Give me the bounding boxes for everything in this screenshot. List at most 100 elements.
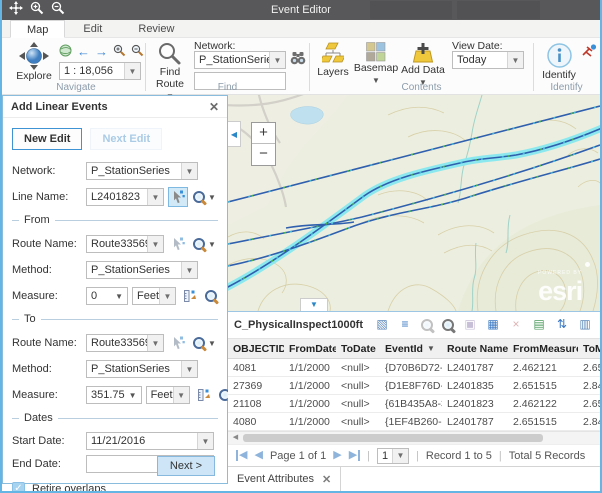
from-measure-unit-combobox[interactable]: Feet▼: [132, 287, 176, 305]
line-name-label: Line Name:: [12, 191, 82, 203]
save-edits-icon[interactable]: ▣: [462, 317, 478, 333]
zoom-to-to-route-button[interactable]: ▼: [192, 336, 216, 350]
first-page-button[interactable]: ◀: [236, 450, 247, 461]
event-editor-window: Event Editor Map Edit Review Explore ← →…: [0, 0, 602, 493]
table-row[interactable]: 40811/1/2000<null>{D70B6D72-3L24017872.4…: [228, 359, 600, 377]
table-toolbar: C_PhysicalInspect1000ft ▧ ≡ ▣ ▦ × ▤ ⇅ ▥ …: [228, 312, 600, 339]
binoculars-icon[interactable]: [290, 51, 306, 69]
column-header[interactable]: FromMeasure: [508, 343, 578, 355]
map-zoom-out-button[interactable]: −: [252, 144, 275, 165]
select-from-route-on-map-button[interactable]: [168, 234, 188, 254]
table-row[interactable]: 211081/1/2000<null>{61B435A8-3L24018232.…: [228, 395, 600, 413]
ribbon-network-combobox[interactable]: P_StationSeries▼: [194, 51, 286, 69]
from-method-combobox[interactable]: P_StationSeries▼: [86, 261, 198, 279]
zoom-to-from-measure-button[interactable]: [204, 289, 218, 303]
selection-options-icon[interactable]: ▧: [374, 317, 390, 333]
panel-close-icon[interactable]: ✕: [209, 100, 219, 114]
table-row[interactable]: 40801/1/2000<null>{1EF4B260-FL24017872.6…: [228, 413, 600, 431]
to-measure-unit-combobox[interactable]: Feet▼: [146, 386, 190, 404]
column-header[interactable]: EventId▼: [380, 343, 442, 355]
show-selected-records-icon[interactable]: ≡: [397, 317, 413, 333]
line-name-combobox[interactable]: L2401823▼: [86, 188, 164, 206]
to-route-combobox[interactable]: Route33569@Cent▼: [86, 334, 164, 352]
to-measure-combobox[interactable]: 351.75▼: [86, 386, 142, 404]
next-page-button[interactable]: ▶: [333, 450, 341, 461]
scrollbar-thumb[interactable]: [243, 434, 543, 442]
column-header[interactable]: Route Name: [442, 343, 508, 355]
select-to-measure-icon[interactable]: [194, 385, 214, 405]
table-pagination: ◀ ◀ Page 1 of 1 ▶ ▶ | 1▼ | Record 1 to 5…: [228, 444, 600, 466]
add-data-icon: [412, 42, 434, 64]
table-tabstrip: Event Attributes ✕: [228, 466, 600, 491]
identify-button[interactable]: Identify: [538, 42, 580, 81]
from-measure-combobox[interactable]: 0▼: [86, 287, 128, 305]
to-method-label: Method:: [12, 363, 82, 375]
column-header[interactable]: ToDate: [336, 343, 380, 355]
map-zoom-in-button[interactable]: +: [252, 123, 275, 144]
report-icon[interactable]: ▥: [577, 317, 593, 333]
from-route-combobox[interactable]: Route33569@Cent▼: [86, 235, 164, 253]
zoom-to-from-route-button[interactable]: ▼: [192, 237, 216, 251]
field-calculator-icon[interactable]: ▦: [485, 317, 501, 333]
zoom-to-selected-icon[interactable]: [420, 318, 434, 332]
next-button[interactable]: Next >: [157, 456, 215, 476]
find-route-button[interactable]: Find Route ▼: [150, 42, 190, 102]
find-group-label: Find: [150, 82, 305, 93]
horizontal-scrollbar[interactable]: ◀: [228, 431, 600, 444]
tab-review[interactable]: Review: [120, 20, 192, 37]
view-date-combobox[interactable]: Today▼: [452, 51, 524, 69]
titlebar-segment: [370, 1, 452, 19]
retire-overlaps-checkbox[interactable]: [12, 482, 25, 493]
scroll-left-arrow[interactable]: ◀: [230, 432, 241, 444]
basemap-button[interactable]: Basemap ▼: [354, 42, 398, 86]
esri-attribution: POWERED BY esri: [538, 262, 590, 305]
magnifier-icon: [192, 237, 206, 251]
table-layer-title: C_PhysicalInspect1000ft: [234, 319, 363, 331]
pan-to-selected-icon[interactable]: [441, 318, 455, 332]
collapse-panel-arrow[interactable]: ◀: [228, 121, 241, 147]
select-from-measure-icon[interactable]: [180, 286, 200, 306]
start-date-picker[interactable]: 11/21/2016▼: [86, 432, 214, 450]
column-header[interactable]: FromDate: [284, 343, 336, 355]
close-tab-icon[interactable]: ✕: [322, 473, 331, 486]
pan-icon[interactable]: [9, 1, 23, 20]
contents-group-label: Contents: [314, 82, 529, 93]
attribute-table-panel: C_PhysicalInspect1000ft ▧ ≡ ▣ ▦ × ▤ ⇅ ▥ …: [228, 311, 600, 491]
column-header[interactable]: OBJECTID: [228, 343, 284, 355]
event-attributes-tab[interactable]: Event Attributes ✕: [228, 467, 341, 491]
select-line-on-map-button[interactable]: [168, 187, 188, 207]
previous-page-button[interactable]: ◀: [254, 450, 262, 461]
collapse-table-arrow[interactable]: ▼: [300, 298, 328, 311]
map-scale-combobox[interactable]: 1 : 18,056▼: [59, 62, 141, 80]
select-to-route-on-map-button[interactable]: [168, 333, 188, 353]
ribbon-zoom-out-icon[interactable]: [131, 44, 144, 60]
tab-edit[interactable]: Edit: [65, 20, 120, 37]
explore-button[interactable]: Explore: [12, 42, 56, 82]
sort-records-icon[interactable]: ⇅: [554, 317, 570, 333]
ribbon-zoom-in-icon[interactable]: [113, 44, 126, 60]
magnifier-icon: [192, 336, 206, 350]
last-page-button[interactable]: ▶: [349, 450, 360, 461]
next-edit-button[interactable]: Next Edit: [90, 128, 162, 150]
layers-button[interactable]: Layers: [314, 42, 352, 78]
table-row[interactable]: 273691/1/2000<null>{D1E8F76D-FL24018352.…: [228, 377, 600, 395]
identify-route-location-icon[interactable]: [582, 44, 597, 61]
zoom-out-icon[interactable]: [51, 1, 65, 20]
to-method-combobox[interactable]: P_StationSeries▼: [86, 360, 198, 378]
to-measure-label: Measure:: [12, 389, 82, 401]
delete-selected-icon[interactable]: ×: [508, 317, 524, 333]
magnifier-icon: [192, 190, 206, 204]
export-table-icon[interactable]: ▤: [531, 317, 547, 333]
zoom-in-icon[interactable]: [30, 1, 44, 20]
map-view[interactable]: + − ◀ ▼ POWERED BY esri: [228, 95, 600, 311]
page-select-combobox[interactable]: 1▼: [377, 448, 409, 464]
full-extent-icon[interactable]: [59, 44, 72, 60]
next-extent-icon[interactable]: →: [95, 46, 108, 58]
add-linear-events-panel: Add Linear Events ✕ New Edit Next Edit N…: [2, 95, 228, 484]
previous-extent-icon[interactable]: ←: [77, 46, 90, 58]
column-header[interactable]: ToMeasure: [578, 343, 602, 355]
network-combobox[interactable]: P_StationSeries▼: [86, 162, 198, 180]
tab-map[interactable]: Map: [10, 20, 65, 38]
new-edit-button[interactable]: New Edit: [12, 128, 82, 150]
zoom-to-line-button[interactable]: ▼: [192, 190, 216, 204]
